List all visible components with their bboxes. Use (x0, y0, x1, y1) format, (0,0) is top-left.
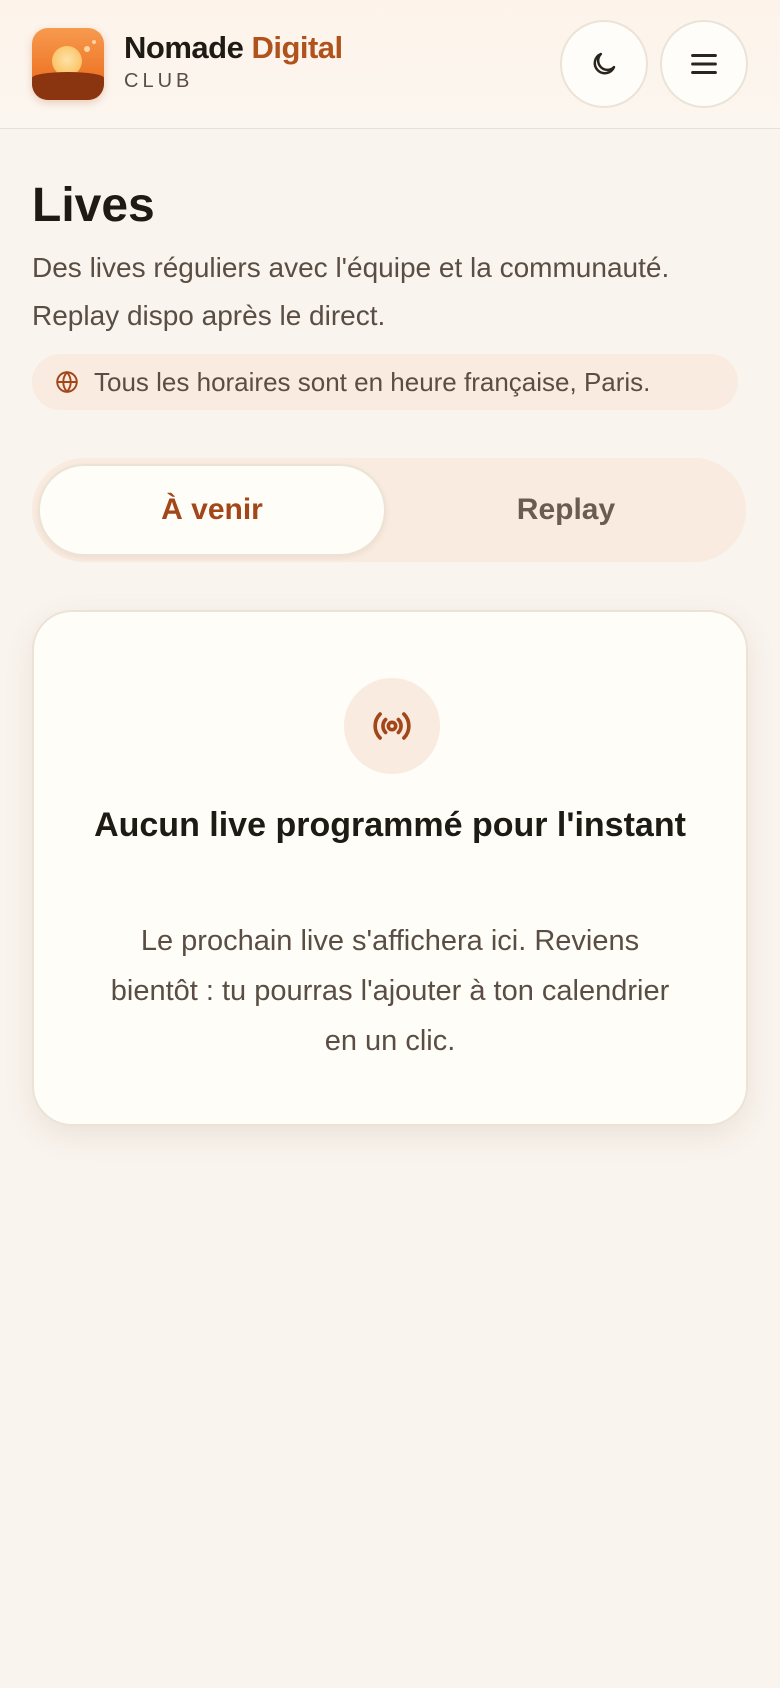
page-title: Lives (32, 179, 155, 232)
brand-name-primary: Nomade (124, 30, 244, 65)
page-description: Des lives réguliers avec l'équipe et la … (32, 252, 670, 331)
broadcast-icon (373, 712, 411, 740)
tab-replay[interactable]: Replay (392, 464, 740, 556)
logo-ground (32, 72, 104, 100)
timezone-note: Tous les horaires sont en heure français… (32, 354, 738, 410)
sunset-logo-icon[interactable] (32, 28, 104, 100)
logo-dot (84, 46, 90, 52)
timezone-note-text: Tous les horaires sont en heure français… (94, 366, 651, 397)
empty-state-description: Le prochain live s'affichera ici. Revien… (110, 925, 670, 1057)
menu-button[interactable] (660, 20, 748, 108)
empty-state-card: Aucun live programmé pour l'instant Le p… (32, 610, 748, 1126)
brand-subtitle: CLUB (124, 70, 194, 92)
theme-toggle-button[interactable] (560, 20, 648, 108)
broadcast-icon-badge (344, 678, 440, 774)
app-header: Nomade Digital CLUB (0, 0, 780, 129)
hamburger-menu-icon (691, 53, 717, 75)
globe-icon (56, 371, 78, 393)
tab-upcoming[interactable]: À venir (38, 464, 386, 556)
moon-icon (593, 52, 616, 75)
logo-dot (92, 40, 96, 44)
empty-state-title: Aucun live programmé pour l'instant (94, 806, 686, 844)
lives-tabs: À venir Replay (32, 458, 746, 562)
brand-name[interactable]: Nomade Digital (124, 30, 343, 66)
brand-name-accent: Digital (251, 30, 343, 65)
